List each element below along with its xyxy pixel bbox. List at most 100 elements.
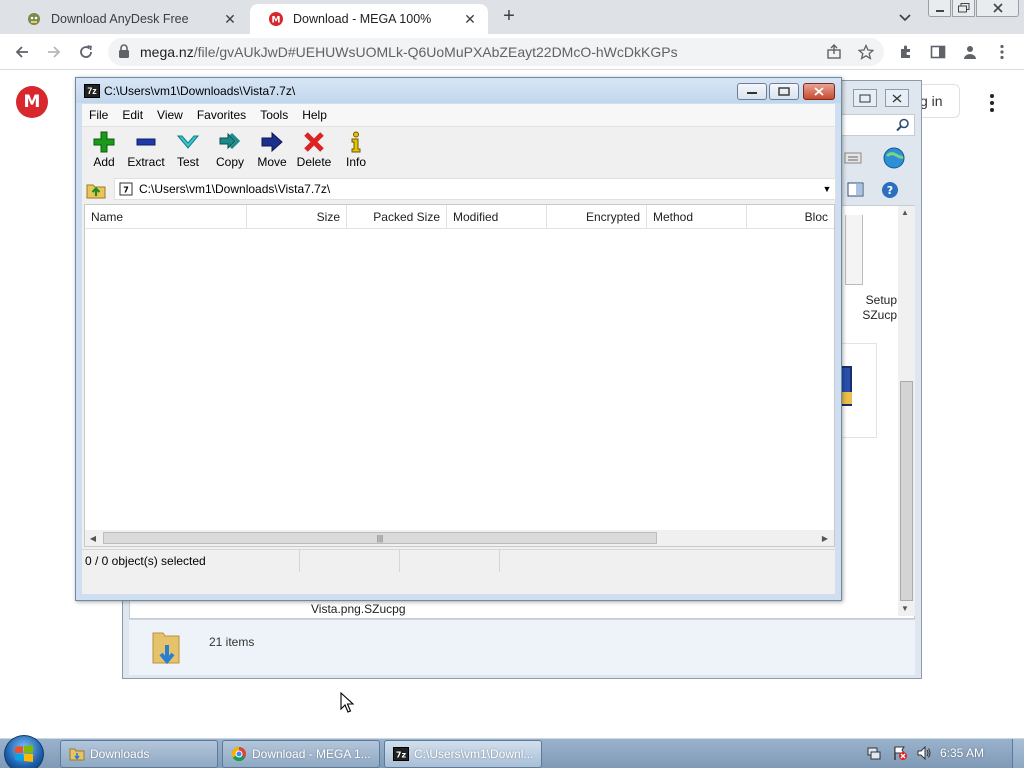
window-minimize-button[interactable]: [928, 0, 951, 17]
file-thumbnail[interactable]: [845, 215, 863, 285]
bg-vertical-scrollbar[interactable]: ▲ ▼: [898, 206, 915, 616]
tab-mega[interactable]: M Download - MEGA 100% ✕: [250, 4, 488, 34]
chrome-menu-icon[interactable]: [992, 42, 1012, 62]
file-label[interactable]: Setup SZucp: [837, 293, 897, 323]
scroll-left-icon[interactable]: ◀: [87, 532, 99, 544]
file-name[interactable]: Vista.png.SZucpg: [311, 602, 406, 616]
7zip-close-button[interactable]: [803, 83, 835, 100]
x-icon: [302, 131, 326, 153]
check-icon: [176, 131, 200, 153]
show-desktop-button[interactable]: [1012, 739, 1024, 768]
svg-text:7: 7: [123, 186, 129, 195]
mega-logo[interactable]: M: [16, 86, 48, 118]
sign-in-button[interactable]: g in: [916, 84, 960, 118]
dropdown-arrow-icon[interactable]: ▼: [819, 184, 835, 194]
menu-favorites[interactable]: Favorites: [190, 108, 253, 122]
status-size: [300, 549, 400, 572]
7zip-maximize-button[interactable]: [769, 83, 799, 100]
bg-search-box[interactable]: [839, 114, 915, 136]
extensions-puzzle-icon[interactable]: [896, 42, 916, 62]
7zip-title-bar[interactable]: 7z C:\Users\vm1\Downloads\Vista7.7z\: [76, 78, 841, 103]
view-options-icon[interactable]: [843, 149, 867, 167]
window-restore-button[interactable]: [952, 0, 975, 17]
address-bar[interactable]: mega.nz/file/gvAUkJwD#UEHUWsUOMLk-Q6UoMu…: [108, 38, 884, 66]
tab-close-icon[interactable]: ✕: [462, 11, 478, 27]
start-button[interactable]: [4, 735, 44, 768]
tab-anydesk[interactable]: Download AnyDesk Free ✕: [8, 4, 248, 34]
menu-edit[interactable]: Edit: [115, 108, 150, 122]
taskbar-button-7zip[interactable]: 7z C:\Users\vm1\Downl...: [384, 740, 542, 768]
scroll-right-icon[interactable]: ▶: [819, 532, 831, 544]
7zip-file-list[interactable]: Name Size Packed Size Modified Encrypted…: [84, 204, 835, 547]
taskbar-button-downloads[interactable]: Downloads: [60, 740, 218, 768]
tab-close-icon[interactable]: ✕: [222, 11, 238, 27]
7zip-window: 7z C:\Users\vm1\Downloads\Vista7.7z\ Fil…: [75, 77, 842, 601]
info-label: Info: [345, 155, 366, 169]
column-size[interactable]: Size: [247, 205, 347, 229]
preview-pane-icon[interactable]: [847, 182, 865, 198]
test-label: Test: [176, 155, 199, 169]
svg-text:M: M: [272, 16, 281, 26]
file-list-header: Name Size Packed Size Modified Encrypted…: [85, 205, 834, 229]
column-encrypted[interactable]: Encrypted: [547, 205, 647, 229]
column-block[interactable]: Bloc: [747, 205, 834, 229]
reload-icon[interactable]: [74, 40, 98, 64]
move-button[interactable]: Move: [250, 131, 294, 175]
menu-tools[interactable]: Tools: [253, 108, 295, 122]
file-label-line1: Setup: [865, 293, 897, 307]
taskbar-button-chrome[interactable]: Download - MEGA 1...: [222, 740, 380, 768]
delete-label: Delete: [296, 155, 332, 169]
7zip-minimize-button[interactable]: [737, 83, 767, 100]
bg-window-close-button[interactable]: [885, 89, 909, 107]
profile-icon[interactable]: [960, 42, 980, 62]
info-button[interactable]: Info: [334, 131, 378, 175]
status-selection: 0 / 0 object(s) selected: [82, 549, 300, 572]
window-close-button[interactable]: [976, 0, 1019, 17]
mega-menu-icon[interactable]: [984, 92, 1000, 114]
windows-logo-icon: [15, 745, 33, 762]
network-icon[interactable]: [866, 745, 882, 761]
scroll-down-icon[interactable]: ▼: [901, 604, 909, 613]
test-button[interactable]: Test: [166, 131, 210, 175]
delete-button[interactable]: Delete: [292, 131, 336, 175]
globe-icon[interactable]: [881, 147, 907, 169]
file-list-horizontal-scrollbar[interactable]: ◀ ||| ▶: [85, 530, 834, 546]
add-button[interactable]: Add: [82, 131, 126, 175]
volume-icon[interactable]: [916, 745, 932, 761]
menu-help[interactable]: Help: [295, 108, 334, 122]
7zip-address-row: 7 C:\Users\vm1\Downloads\Vista7.7z\ ▼: [82, 177, 836, 203]
bookmark-star-icon[interactable]: [857, 43, 875, 60]
scrollbar-thumb[interactable]: [900, 381, 913, 601]
clock[interactable]: 6:35 AM: [940, 746, 984, 760]
taskbar-label: Download - MEGA 1...: [252, 747, 371, 761]
path-combobox[interactable]: 7 C:\Users\vm1\Downloads\Vista7.7z\ ▼: [114, 178, 836, 200]
lock-icon[interactable]: [118, 43, 130, 61]
taskbar-label: C:\Users\vm1\Downl...: [414, 747, 534, 761]
menu-view[interactable]: View: [150, 108, 190, 122]
action-center-flag-icon[interactable]: [892, 745, 908, 761]
archive-icon: 7: [119, 182, 133, 196]
add-label: Add: [93, 155, 115, 169]
forward-arrow-icon[interactable]: [42, 40, 66, 64]
back-arrow-icon[interactable]: [10, 40, 34, 64]
column-method[interactable]: Method: [647, 205, 747, 229]
horizontal-scrollbar-thumb[interactable]: |||: [103, 532, 657, 544]
arrow-right-icon: [260, 131, 284, 153]
column-packed-size[interactable]: Packed Size: [347, 205, 447, 229]
scroll-up-icon[interactable]: ▲: [901, 208, 909, 217]
taskbar: Downloads Download - MEGA 1... 7z C:\Use…: [0, 735, 1024, 768]
share-icon[interactable]: [826, 44, 842, 60]
7zip-app-icon: 7z: [84, 83, 100, 98]
column-name[interactable]: Name: [85, 205, 247, 229]
up-folder-icon[interactable]: [86, 181, 106, 199]
copy-button[interactable]: Copy: [208, 131, 252, 175]
tab-search-chevron-icon[interactable]: [897, 9, 913, 25]
chrome-icon: [231, 746, 247, 762]
side-panel-icon[interactable]: [928, 42, 948, 62]
menu-file[interactable]: File: [82, 108, 115, 122]
bg-window-maximize-button[interactable]: [853, 89, 877, 107]
help-icon[interactable]: ?: [881, 181, 899, 199]
new-tab-button[interactable]: +: [498, 6, 520, 28]
column-modified[interactable]: Modified: [447, 205, 547, 229]
extract-button[interactable]: Extract: [124, 131, 168, 175]
